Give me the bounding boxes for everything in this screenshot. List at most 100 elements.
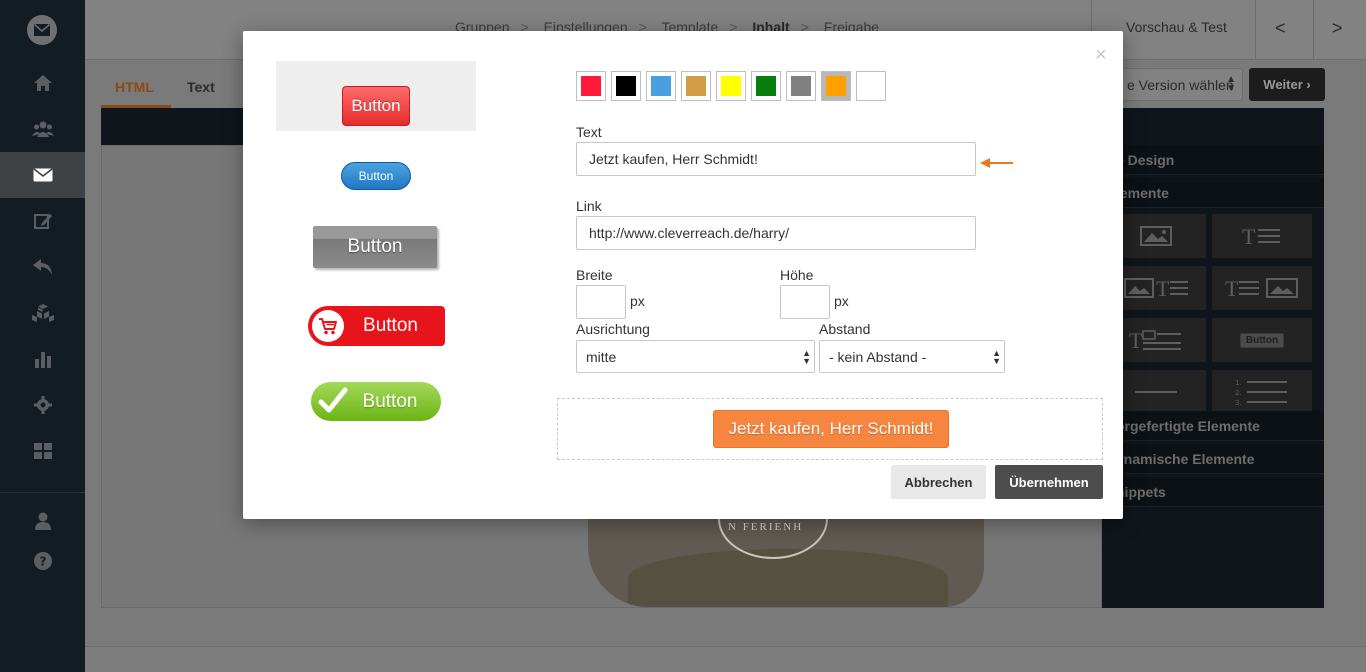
panel-section-elements[interactable]: lemente (1102, 178, 1324, 208)
color-swatch-fill (581, 76, 601, 96)
panel-section-design[interactable]: e Design (1102, 145, 1324, 175)
mailings-icon[interactable] (0, 152, 85, 198)
version-select[interactable]: e Version wählen ▲ ▼ (1108, 68, 1243, 101)
select-arrows-icon: ▲ ▼ (1226, 74, 1236, 94)
button-style-label: Button (362, 390, 418, 412)
home-icon[interactable] (0, 60, 85, 106)
app-logo-icon[interactable] (27, 15, 57, 45)
dune-grass-shape (628, 549, 948, 607)
text-label: Text (576, 124, 602, 140)
spacing-select[interactable]: - kein Abstand - ▲ ▼ (819, 340, 1005, 373)
button-text-input[interactable]: Jetzt kaufen, Herr Schmidt! (576, 142, 976, 176)
color-swatch[interactable] (856, 71, 886, 101)
svg-text:T: T (1242, 225, 1256, 247)
link-url-input[interactable]: http://www.cleverreach.de/harry/ (576, 216, 976, 250)
button-style-gray[interactable]: Button (313, 226, 437, 268)
height-unit: px (834, 293, 849, 309)
stamp-text: N FERIENH (728, 521, 804, 533)
prev-step-button[interactable]: < (1275, 18, 1286, 39)
svg-text:1.: 1. (1235, 379, 1242, 387)
cubes-icon[interactable] (0, 290, 85, 336)
select-arrows-icon: ▲ ▼ (802, 348, 811, 366)
height-input[interactable] (780, 285, 830, 319)
button-style-cart[interactable]: Button (308, 306, 445, 346)
panel-section-snippets[interactable]: nippets (1102, 477, 1324, 507)
help-icon[interactable]: ? (0, 538, 85, 584)
color-swatch-fill (616, 76, 636, 96)
svg-text:?: ? (39, 555, 46, 569)
spacing-label: Abstand (819, 321, 871, 337)
height-label: Höhe (780, 267, 814, 283)
alignment-label: Ausrichtung (576, 321, 650, 337)
shopping-cart-icon (312, 310, 344, 342)
spacing-select-value: - kein Abstand - (829, 349, 927, 365)
color-swatch[interactable] (646, 71, 676, 101)
svg-text:2.: 2. (1235, 389, 1242, 397)
svg-text:3.: 3. (1235, 399, 1242, 406)
header-divider (1313, 0, 1314, 60)
button-preview-area: Jetzt kaufen, Herr Schmidt! (557, 398, 1103, 460)
button-style-blue-pill[interactable]: Button (341, 162, 411, 190)
svg-text:T: T (1129, 329, 1143, 351)
button-preview: Jetzt kaufen, Herr Schmidt! (713, 410, 949, 448)
width-input[interactable] (576, 285, 626, 319)
alignment-select-value: mitte (586, 349, 617, 365)
color-swatch-fill (756, 76, 776, 96)
button-element-tile[interactable]: Button (1212, 318, 1312, 362)
cancel-button[interactable]: Abbrechen (891, 465, 986, 499)
arrow-left-icon (980, 155, 1014, 171)
tab-html[interactable]: HTML (101, 68, 171, 108)
text-image-element-tile[interactable]: T (1212, 266, 1312, 310)
color-swatch[interactable] (716, 71, 746, 101)
button-style-red[interactable]: Button (342, 86, 410, 126)
color-swatch-fill (721, 76, 741, 96)
button-style-green-check[interactable]: Button (311, 382, 441, 421)
width-label: Breite (576, 267, 613, 283)
color-swatch-fill (861, 76, 881, 96)
sidebar-divider (0, 492, 85, 493)
color-swatch-fill (686, 76, 706, 96)
panel-section-dynamic[interactable]: ynamische Elemente (1102, 444, 1324, 474)
panel-section-prebuilt[interactable]: orgefertigte Elemente (1102, 411, 1324, 441)
link-label: Link (576, 198, 602, 214)
main-sidebar: ? (0, 0, 85, 672)
color-swatch[interactable] (786, 71, 816, 101)
color-swatch[interactable] (681, 71, 711, 101)
contacts-icon[interactable] (0, 106, 85, 152)
statistics-icon[interactable] (0, 336, 85, 382)
color-swatch-fill (651, 76, 671, 96)
header-divider (1255, 0, 1256, 60)
color-swatch-fill (826, 76, 846, 96)
color-swatch[interactable] (821, 71, 851, 101)
svg-text:T: T (1156, 277, 1170, 299)
elements-panel: e Design lemente T T T T Button 1. 2. 3. o… (1102, 108, 1324, 608)
dashboard-grid-icon[interactable] (0, 428, 85, 474)
select-arrows-icon: ▲ ▼ (992, 348, 1001, 366)
header-image: N FERIENH (588, 519, 984, 607)
alignment-select[interactable]: mitte ▲ ▼ (576, 340, 815, 373)
text-element-tile[interactable]: T (1212, 214, 1312, 258)
settings-gear-icon[interactable] (0, 382, 85, 428)
version-select-value: e Version wählen (1127, 77, 1234, 93)
color-swatch[interactable] (611, 71, 641, 101)
button-editor-dialog: × Button Button Button Button Button Tex… (243, 31, 1123, 519)
reply-icon[interactable] (0, 244, 85, 290)
tab-text[interactable]: Text (187, 68, 215, 108)
edit-icon[interactable] (0, 198, 85, 244)
color-swatch[interactable] (751, 71, 781, 101)
color-swatch-fill (791, 76, 811, 96)
checkmark-icon (318, 386, 348, 422)
color-swatches (576, 71, 886, 101)
next-step-button[interactable]: > (1332, 18, 1343, 39)
close-icon[interactable]: × (1095, 45, 1107, 65)
button-style-label: Button (363, 315, 418, 336)
footer-bar (85, 646, 1366, 672)
color-swatch[interactable] (576, 71, 606, 101)
svg-text:T: T (1225, 277, 1239, 299)
preview-test-link[interactable]: Vorschau & Test (1126, 19, 1227, 35)
next-button[interactable]: Weiter › (1249, 68, 1325, 101)
apply-button[interactable]: Übernehmen (995, 465, 1103, 499)
list-element-tile[interactable]: 1. 2. 3. (1212, 370, 1312, 414)
button-element-label: Button (1239, 332, 1285, 348)
width-unit: px (630, 293, 645, 309)
